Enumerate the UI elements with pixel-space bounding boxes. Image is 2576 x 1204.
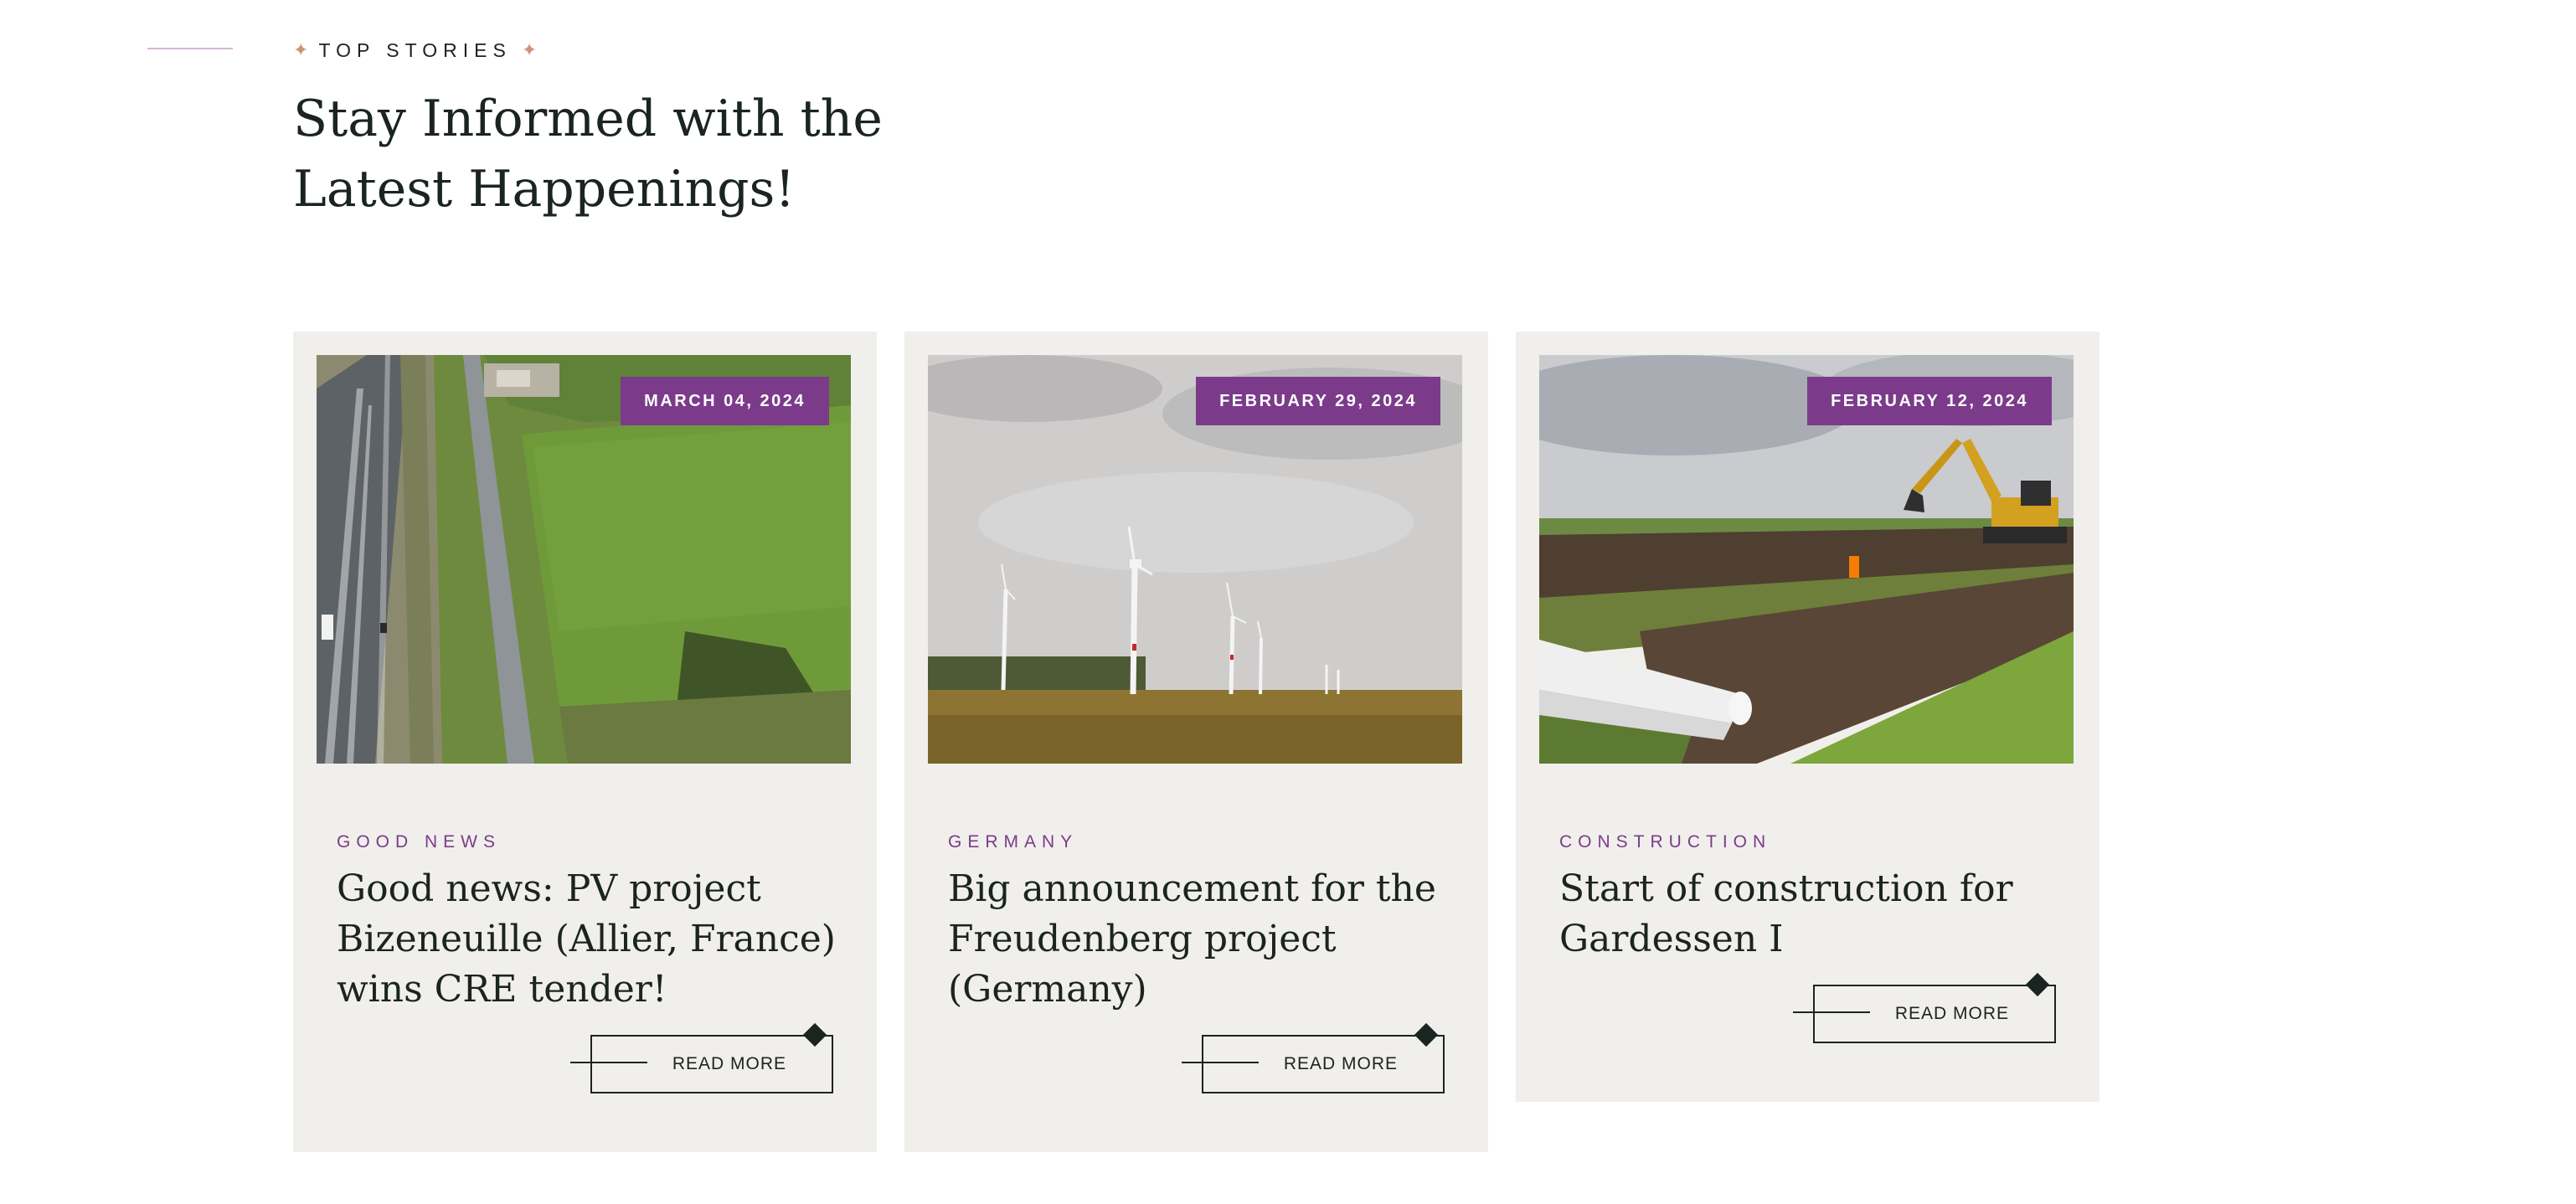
news-card: FEBRUARY 29, 2024 GERMANY Big announceme…: [904, 332, 1488, 1152]
read-more-label: READ MORE: [672, 1054, 786, 1073]
section-title: Stay Informed with the Latest Happenings…: [293, 84, 963, 224]
read-more-button[interactable]: READ MORE: [570, 1022, 833, 1093]
diamond-icon: [2025, 972, 2050, 997]
card-title[interactable]: Start of construction for Gardessen I: [1559, 864, 2062, 965]
card-image[interactable]: FEBRUARY 12, 2024: [1539, 355, 2074, 764]
card-title[interactable]: Good news: PV project Bizeneuille (Allie…: [337, 864, 839, 1015]
star-icon: ✦: [293, 39, 309, 60]
section-eyebrow: ✦ TOP STORIES ✦: [293, 37, 537, 64]
read-more-button[interactable]: READ MORE: [1793, 972, 2056, 1043]
news-card: MARCH 04, 2024 GOOD NEWS Good news: PV p…: [293, 332, 877, 1152]
card-category[interactable]: CONSTRUCTION: [1559, 832, 1771, 852]
decorative-line: [147, 48, 233, 49]
diamond-icon: [802, 1022, 827, 1047]
card-category[interactable]: GERMANY: [948, 832, 1078, 852]
section-title-line-2: Latest Happenings!: [293, 160, 796, 219]
dash-decoration: [1793, 1011, 1870, 1013]
read-more-label: READ MORE: [1894, 1004, 2009, 1023]
read-more-button[interactable]: READ MORE: [1182, 1022, 1445, 1093]
card-image[interactable]: MARCH 04, 2024: [317, 355, 851, 764]
card-title[interactable]: Big announcement for the Freudenberg pro…: [948, 864, 1450, 1015]
section-title-line-1: Stay Informed with the: [293, 90, 883, 148]
date-badge: FEBRUARY 29, 2024: [1196, 377, 1440, 425]
card-image[interactable]: FEBRUARY 29, 2024: [928, 355, 1462, 764]
diamond-icon: [1414, 1022, 1439, 1047]
date-badge: FEBRUARY 12, 2024: [1807, 377, 2052, 425]
news-card: FEBRUARY 12, 2024 CONSTRUCTION Start of …: [1516, 332, 2099, 1102]
dash-decoration: [570, 1062, 647, 1063]
date-badge: MARCH 04, 2024: [621, 377, 829, 425]
card-category[interactable]: GOOD NEWS: [337, 832, 501, 852]
dash-decoration: [1182, 1062, 1259, 1063]
eyebrow-label: TOP STORIES: [318, 39, 512, 61]
star-icon: ✦: [521, 39, 538, 60]
read-more-label: READ MORE: [1283, 1054, 1398, 1073]
